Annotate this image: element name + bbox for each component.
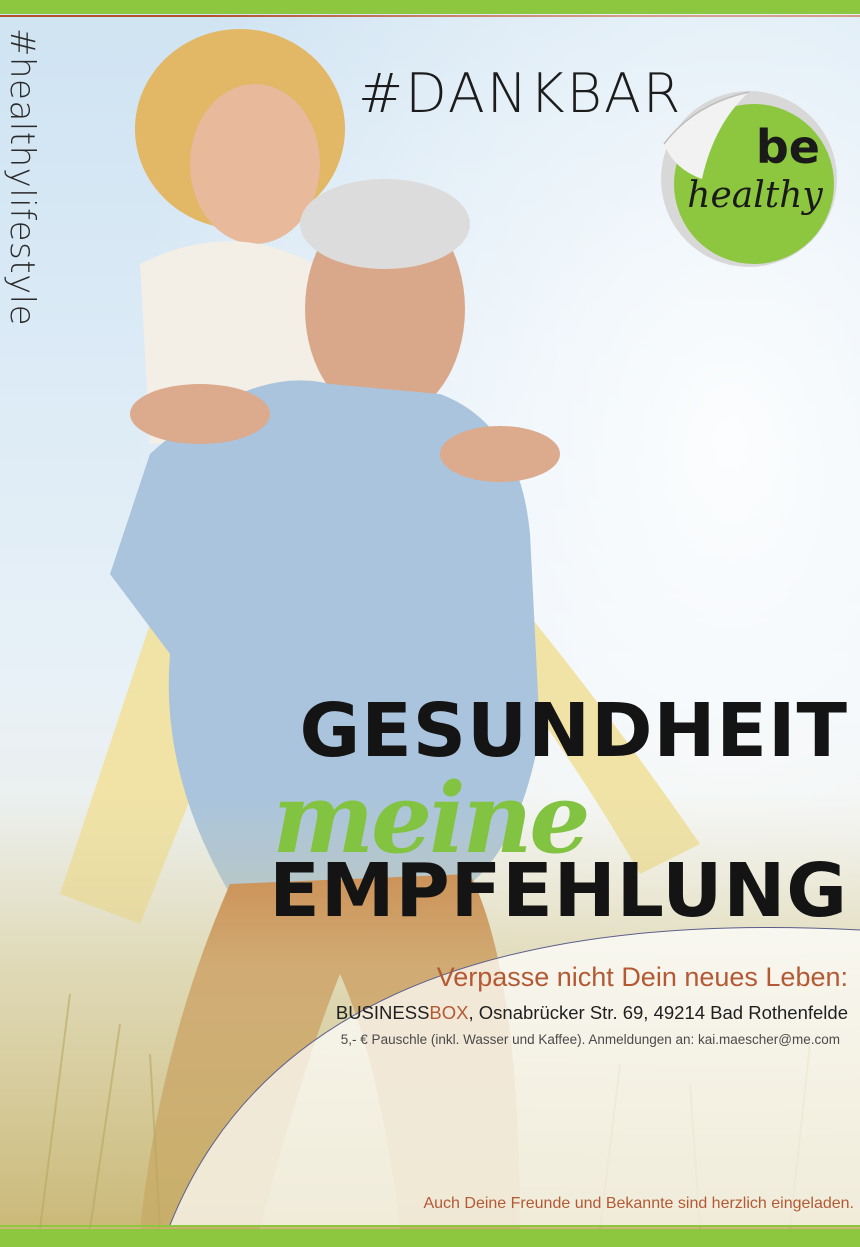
event-subhead: Verpasse nicht Dein neues Leben: xyxy=(436,962,848,992)
sticker-word-be: be xyxy=(755,120,820,174)
hashtag-title: #DANKBAR xyxy=(358,62,683,125)
venue-name-business: BUSINESS xyxy=(335,1002,430,1023)
side-hashtag: #healthylifestyle xyxy=(2,28,42,327)
top-green-bar xyxy=(0,0,860,17)
venue-street: , Osnabrücker Str. 69, 49214 Bad Rothenf… xyxy=(468,1002,849,1023)
sticker-word-healthy: healthy xyxy=(687,175,823,216)
headline-empfehlung: EMPFEHLUNG xyxy=(269,848,848,934)
venue-address: BUSINESSBOX, Osnabrücker Str. 69, 49214 … xyxy=(200,1002,848,1024)
bottom-green-bar xyxy=(0,1225,860,1247)
pricing-registration-note: 5,- € Pauschle (inkl. Wasser und Kaffee)… xyxy=(340,1032,840,1047)
invitation-footer: Auch Deine Freunde und Bekannte sind her… xyxy=(423,1195,854,1212)
flyer-page: #healthylifestyle #DANKBAR be healthy GE… xyxy=(0,0,860,1247)
venue-name-box: BOX xyxy=(429,1002,469,1023)
